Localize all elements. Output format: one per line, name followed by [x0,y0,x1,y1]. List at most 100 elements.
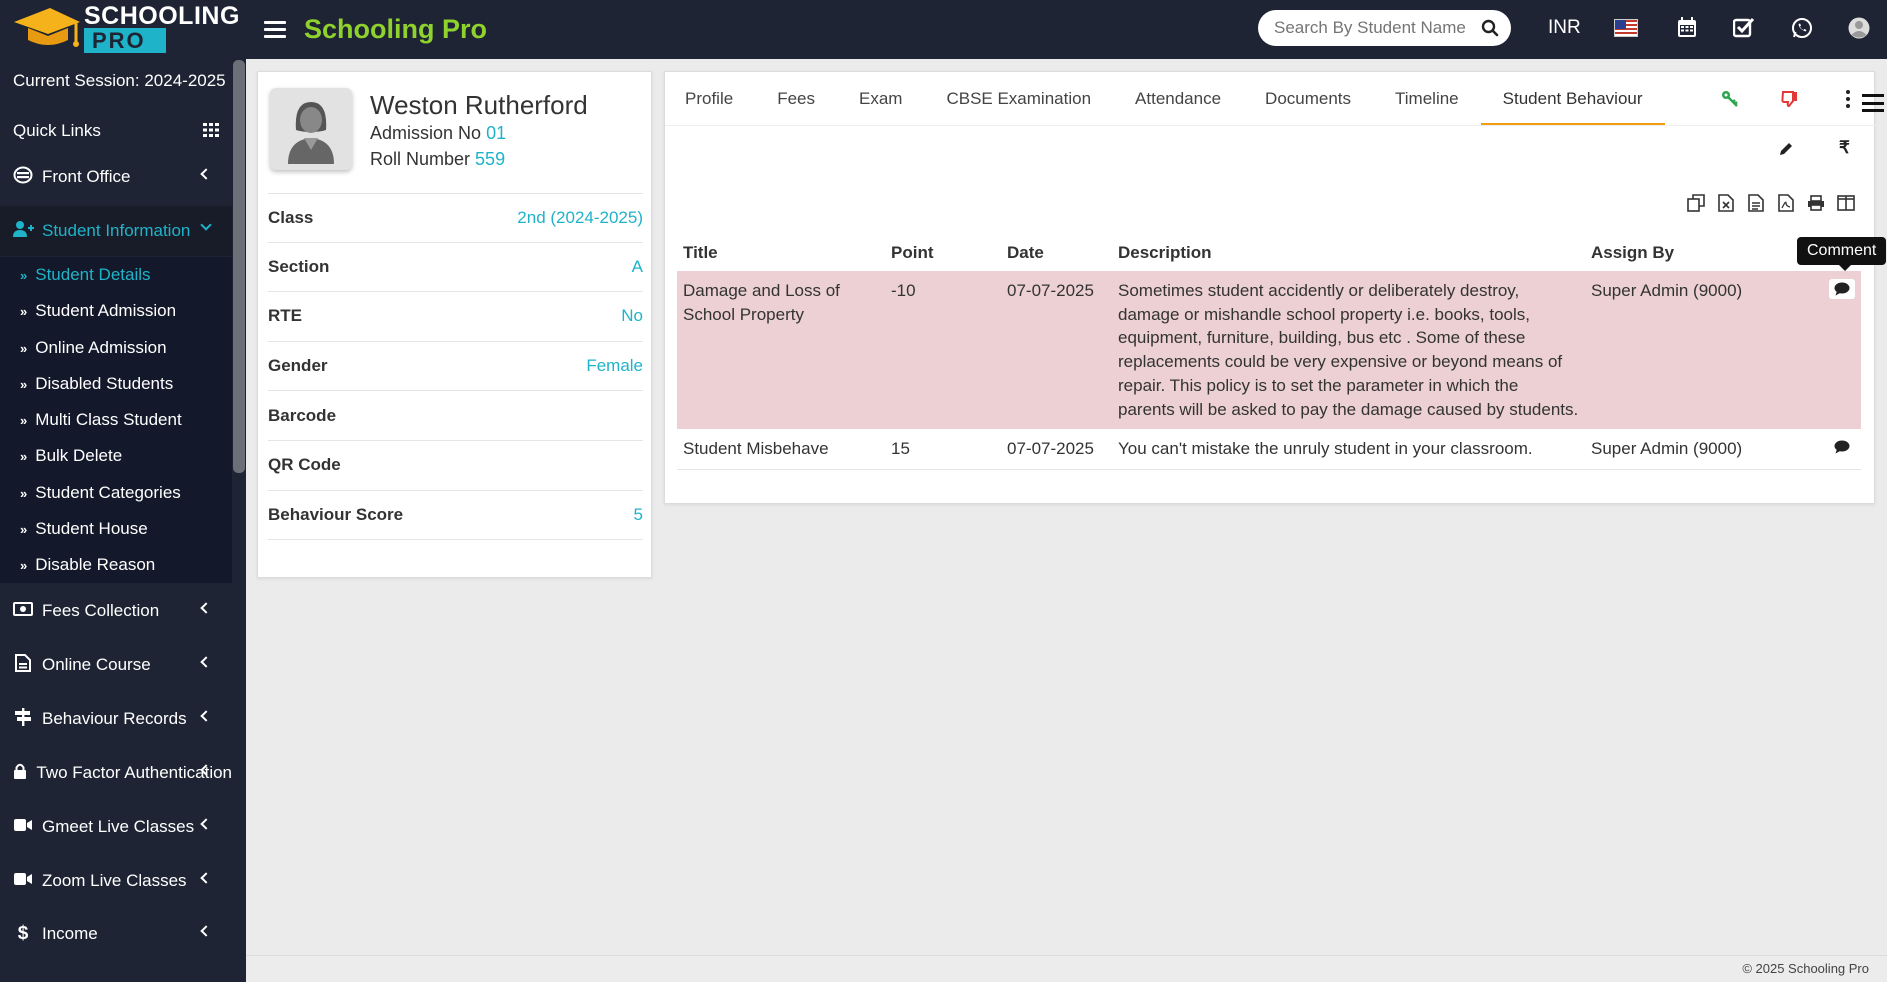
tab-timeline[interactable]: Timeline [1373,72,1481,126]
submenu-disabled-students[interactable]: » Disabled Students [20,374,173,394]
print-icon[interactable] [1806,193,1826,213]
submenu-label: Student Details [35,265,151,284]
more-vertical-icon[interactable] [1845,89,1851,109]
logo-text-top: SCHOOLING [84,2,240,30]
currency-selector[interactable]: INR [1548,17,1581,39]
col-description[interactable]: Description [1112,235,1585,271]
comment-button[interactable] [1829,437,1855,458]
tab-documents[interactable]: Documents [1243,72,1373,126]
us-flag-icon[interactable] [1614,19,1638,37]
info-value[interactable]: 5 [634,505,643,525]
chevron-left-icon [200,602,212,614]
info-row-rte: RTE No [268,292,643,342]
tab-fees[interactable]: Fees [755,72,837,126]
sidebar-item-label: Income [42,924,98,943]
copy-icon[interactable] [1686,193,1706,213]
footer: © 2025 Schooling Pro [246,955,1887,982]
cell-action [1791,429,1861,470]
submenu-bulk-delete[interactable]: » Bulk Delete [20,446,122,466]
sidebar-item-label: Fees Collection [42,601,160,620]
info-value[interactable]: 2nd (2024-2025) [517,208,643,228]
calendar-icon[interactable] [1677,17,1697,38]
right-sidebar-toggle-button[interactable] [1862,94,1884,112]
sidebar-item-label: Zoom Live Classes [42,871,187,890]
admission-value[interactable]: 01 [486,123,506,143]
submenu-multi-class-student[interactable]: » Multi Class Student [20,410,182,430]
double-chevron-icon: » [20,267,28,283]
tab-attendance[interactable]: Attendance [1113,72,1243,126]
video-icon [12,817,34,837]
tab-student-behaviour[interactable]: Student Behaviour [1480,72,1665,126]
sidebar-item-student-information[interactable]: Student Information [0,206,232,256]
roll-value[interactable]: 559 [475,149,505,169]
excel-icon[interactable] [1716,193,1736,213]
cell-point: -10 [885,271,1001,430]
csv-icon[interactable] [1746,193,1766,213]
sidebar-item-behaviour-records[interactable]: Behaviour Records [0,694,232,744]
info-value[interactable]: Female [586,356,643,376]
submenu-student-categories[interactable]: » Student Categories [20,483,181,503]
logo-text-bottom: PRO [84,28,166,53]
sidebar-item-gmeet-live-classes[interactable]: Gmeet Live Classes [0,802,232,852]
columns-icon[interactable] [1836,193,1856,213]
video-icon [12,871,34,891]
search-icon[interactable] [1481,19,1499,37]
tab-profile[interactable]: Profile [665,72,755,126]
col-assign-by[interactable]: Assign By [1585,235,1791,271]
submenu-student-admission[interactable]: » Student Admission [20,301,176,321]
roll-label: Roll Number [370,149,471,169]
cell-title: Damage and Loss of School Property [677,271,885,430]
submenu-disable-reason[interactable]: » Disable Reason [20,555,155,575]
table-row: Student Misbehave 15 07-07-2025 You can'… [677,429,1861,470]
sidebar-item-zoom-live-classes[interactable]: Zoom Live Classes [0,856,232,906]
cell-description: You can't mistake the unruly student in … [1112,429,1585,470]
tab-bar: Profile Fees Exam CBSE Examination Atten… [665,72,1665,126]
thumbs-down-icon[interactable] [1781,90,1799,108]
double-chevron-icon: » [20,340,28,356]
student-name: Weston Rutherford [370,90,588,120]
cell-description: Sometimes student accidently or delibera… [1112,271,1585,430]
col-date[interactable]: Date [1001,235,1112,271]
sidebar-item-label: Gmeet Live Classes [42,817,195,836]
task-check-icon[interactable] [1733,17,1755,38]
sidebar-item-front-office[interactable]: Front Office [0,152,232,202]
table-row: Damage and Loss of School Property -10 0… [677,271,1861,430]
search-input[interactable] [1274,18,1481,38]
sidebar-item-two-factor-authentication[interactable]: Two Factor Authentication [0,748,232,798]
submenu-student-house[interactable]: » Student House [20,519,148,539]
chevron-left-icon [200,710,212,722]
export-toolbar [1686,193,1856,213]
student-search [1258,10,1511,46]
submenu-student-details[interactable]: » Student Details [20,265,151,285]
user-avatar-icon[interactable] [1848,17,1870,39]
logo[interactable]: SCHOOLING PRO [0,0,246,59]
submenu-online-admission[interactable]: » Online Admission [20,338,167,358]
top-bar: SCHOOLING PRO Schooling Pro [0,0,1887,59]
grid-icon[interactable] [203,123,219,137]
chevron-down-icon [200,219,212,231]
info-key: Gender [268,356,328,376]
tab-cbse-examination[interactable]: CBSE Examination [924,72,1113,126]
tab-exam[interactable]: Exam [837,72,924,126]
pencil-icon[interactable] [1778,141,1794,157]
info-key: Barcode [268,405,337,425]
sidebar-item-online-course[interactable]: Online Course [0,640,232,690]
col-point[interactable]: Point [885,235,1001,271]
comment-button[interactable] [1829,279,1855,299]
pdf-icon[interactable] [1776,193,1796,213]
sidebar-item-fees-collection[interactable]: Fees Collection [0,586,232,636]
rupee-icon[interactable]: ₹ [1839,138,1850,158]
lock-icon [12,763,28,784]
quick-links[interactable]: Quick Links [13,121,101,141]
menu-toggle-button[interactable] [264,19,286,41]
info-value[interactable]: A [632,257,643,277]
sidebar-scrollbar[interactable] [233,60,245,473]
sidebar-item-income[interactable]: $ Income [0,909,232,959]
comment-tooltip: Comment [1797,237,1887,271]
col-title[interactable]: Title [677,235,885,271]
info-value[interactable]: No [621,306,643,326]
whatsapp-icon[interactable] [1791,17,1813,39]
info-row-qr-code: QR Code [268,441,643,491]
submenu-label: Disabled Students [35,374,174,393]
key-icon[interactable] [1721,90,1739,108]
